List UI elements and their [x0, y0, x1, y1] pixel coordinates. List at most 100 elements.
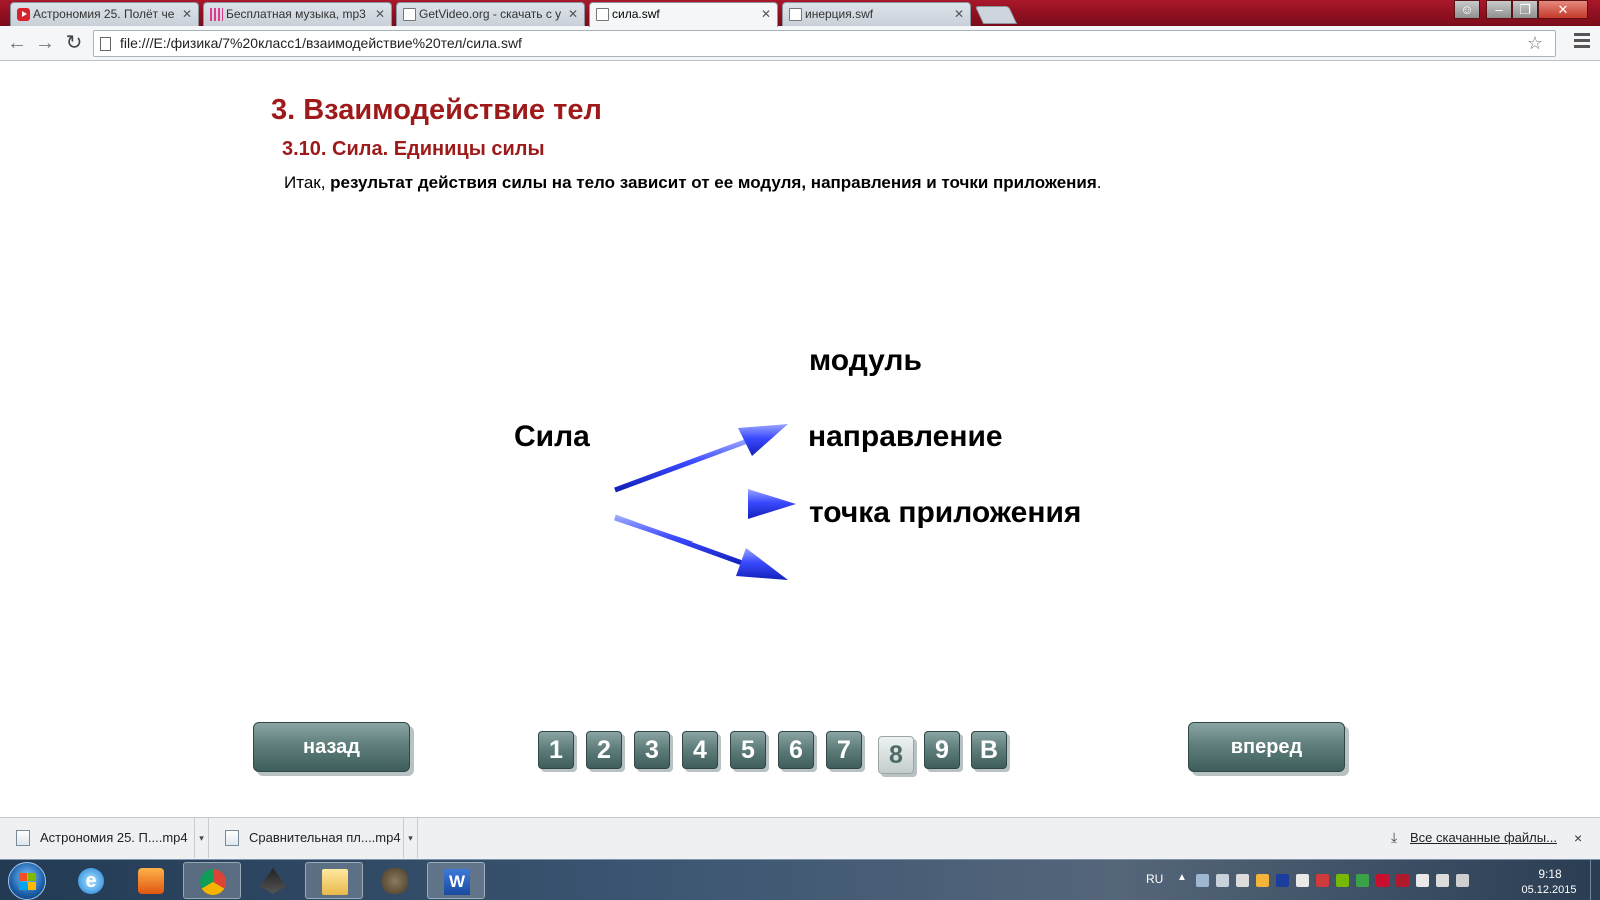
page-button-3[interactable]: 3	[634, 731, 670, 769]
tab-music[interactable]: Бесплатная музыка, mp3 ✕	[203, 2, 392, 26]
bookmark-star-icon[interactable]: ☆	[1527, 31, 1543, 56]
wifi-icon[interactable]	[1456, 874, 1469, 887]
folder-icon	[322, 869, 348, 895]
power-icon[interactable]	[1416, 874, 1429, 887]
sync-icon[interactable]	[1296, 874, 1309, 887]
youtube-icon	[17, 8, 30, 21]
download-icon: ⤓	[1391, 829, 1398, 845]
maximize-button[interactable]: ❐	[1512, 0, 1538, 19]
internet-explorer-icon: e	[78, 868, 104, 894]
update-icon[interactable]	[1356, 874, 1369, 887]
download-shelf: Астрономия 25. П....mp4 ▾ Сравнительная …	[0, 817, 1600, 859]
nvidia-icon[interactable]	[1336, 874, 1349, 887]
media-player-icon	[138, 868, 164, 894]
volume-icon[interactable]	[1436, 874, 1449, 887]
minimize-button[interactable]: –	[1486, 0, 1512, 19]
file-icon	[16, 830, 30, 846]
language-indicator[interactable]: RU	[1146, 872, 1163, 886]
tab-close-icon[interactable]: ✕	[568, 3, 578, 25]
page-button-2[interactable]: 2	[586, 731, 622, 769]
chevron-down-icon[interactable]: ▾	[194, 818, 208, 858]
taskbar-app-inkscape[interactable]	[244, 862, 302, 899]
taskbar-word[interactable]: W	[427, 862, 485, 899]
url-text: file:///E:/физика/7%20класс1/взаимодейст…	[120, 35, 522, 51]
page-button-7[interactable]: 7	[826, 731, 862, 769]
force-label: Сила	[514, 420, 590, 453]
tray-expand-icon[interactable]: ▲	[1177, 872, 1187, 883]
onenote-icon[interactable]	[1276, 874, 1289, 887]
page-button-8-current[interactable]: 8	[878, 736, 914, 774]
page-button-1[interactable]: 1	[538, 731, 574, 769]
tab-label: инерция.swf	[805, 7, 874, 21]
taskbar-internet-explorer[interactable]: e	[62, 862, 120, 899]
browser-toolbar: ← → ↻ file:///E:/физика/7%20класс1/взаим…	[0, 26, 1600, 61]
page-button-9[interactable]: 9	[924, 731, 960, 769]
profile-icon[interactable]: ☺	[1454, 0, 1480, 19]
page-icon	[403, 8, 416, 21]
inkscape-icon	[260, 868, 286, 894]
tool-icon[interactable]	[1216, 874, 1229, 887]
acrobat-icon[interactable]	[1376, 874, 1389, 887]
tab-getvideo[interactable]: GetVideo.org - скачать с у ✕	[396, 2, 585, 26]
lead-suffix: .	[1096, 173, 1102, 192]
taskbar-gimp[interactable]	[366, 862, 424, 899]
start-button[interactable]	[8, 862, 46, 900]
tab-inertia[interactable]: инерция.swf ✕	[782, 2, 971, 26]
page-icon	[789, 8, 802, 21]
clock-date[interactable]: 05.12.2015	[1515, 884, 1583, 896]
show-desktop-button[interactable]	[1590, 860, 1600, 900]
tab-close-icon[interactable]: ✕	[954, 3, 964, 25]
download-filename: Сравнительная пл....mp4	[249, 830, 401, 845]
lead-prefix: Итак,	[284, 173, 331, 192]
download-item[interactable]: Сравнительная пл....mp4 ▾	[213, 818, 418, 858]
download-item[interactable]: Астрономия 25. П....mp4 ▾	[4, 818, 209, 858]
chrome-icon	[200, 869, 226, 895]
antivirus-icon[interactable]	[1396, 874, 1409, 887]
direction-label: направление	[808, 420, 1003, 453]
new-tab-button[interactable]	[974, 6, 1018, 24]
chapter-title: 3. Взаимодействие тел	[271, 94, 602, 126]
page-button-4[interactable]: 4	[682, 731, 718, 769]
close-icon[interactable]: ×	[1574, 818, 1582, 858]
reload-icon[interactable]: ↻	[63, 32, 85, 54]
security-icon[interactable]	[1256, 874, 1269, 887]
taskbar-chrome[interactable]	[183, 862, 241, 899]
gimp-icon	[382, 868, 408, 894]
tab-astronomy[interactable]: Астрономия 25. Полёт че ✕	[10, 2, 199, 26]
chevron-down-icon[interactable]: ▾	[403, 818, 417, 858]
tab-label: GetVideo.org - скачать с у	[419, 7, 562, 21]
menu-icon[interactable]	[1574, 33, 1590, 51]
tab-close-icon[interactable]: ✕	[375, 3, 385, 25]
file-icon	[225, 830, 239, 846]
flag-icon[interactable]	[1316, 874, 1329, 887]
music-icon	[210, 8, 223, 21]
clock-time[interactable]: 9:18	[1528, 867, 1572, 881]
all-downloads-link[interactable]: Все скачанные файлы...	[1410, 818, 1557, 858]
back-arrow-icon[interactable]: ←	[6, 32, 28, 54]
tab-close-icon[interactable]: ✕	[761, 3, 771, 25]
browser-title-bar: Астрономия 25. Полёт че ✕ Бесплатная муз…	[0, 0, 1600, 27]
back-button[interactable]: назад	[253, 722, 410, 772]
taskbar-media-player[interactable]	[122, 862, 180, 899]
tab-sila[interactable]: сила.swf ✕	[589, 2, 778, 27]
arrow-to-magnitude	[614, 424, 788, 493]
windows-taskbar: e W RU ▲ 9:18 05.12.2015	[0, 859, 1600, 900]
tab-close-icon[interactable]: ✕	[182, 3, 192, 25]
page-button-v[interactable]: В	[971, 731, 1007, 769]
magnitude-label: модуль	[809, 344, 922, 377]
download-filename: Астрономия 25. П....mp4	[40, 830, 188, 845]
network-icon[interactable]	[1196, 874, 1209, 887]
monitor-icon[interactable]	[1236, 874, 1249, 887]
address-bar[interactable]: file:///E:/физика/7%20класс1/взаимодейст…	[93, 30, 1556, 57]
taskbar-explorer[interactable]	[305, 862, 363, 899]
forward-arrow-icon[interactable]: →	[34, 32, 56, 54]
application-point-label: точка приложения	[809, 496, 1082, 529]
close-window-button[interactable]: ✕	[1538, 0, 1588, 19]
lead-text: Итак, результат действия силы на тело за…	[284, 173, 1102, 193]
forward-button[interactable]: вперед	[1188, 722, 1345, 772]
section-title: 3.10. Сила. Единицы силы	[282, 138, 545, 160]
page-button-5[interactable]: 5	[730, 731, 766, 769]
flash-content: 3. Взаимодействие тел 3.10. Сила. Единиц…	[0, 62, 1600, 817]
word-icon: W	[444, 869, 470, 895]
page-button-6[interactable]: 6	[778, 731, 814, 769]
